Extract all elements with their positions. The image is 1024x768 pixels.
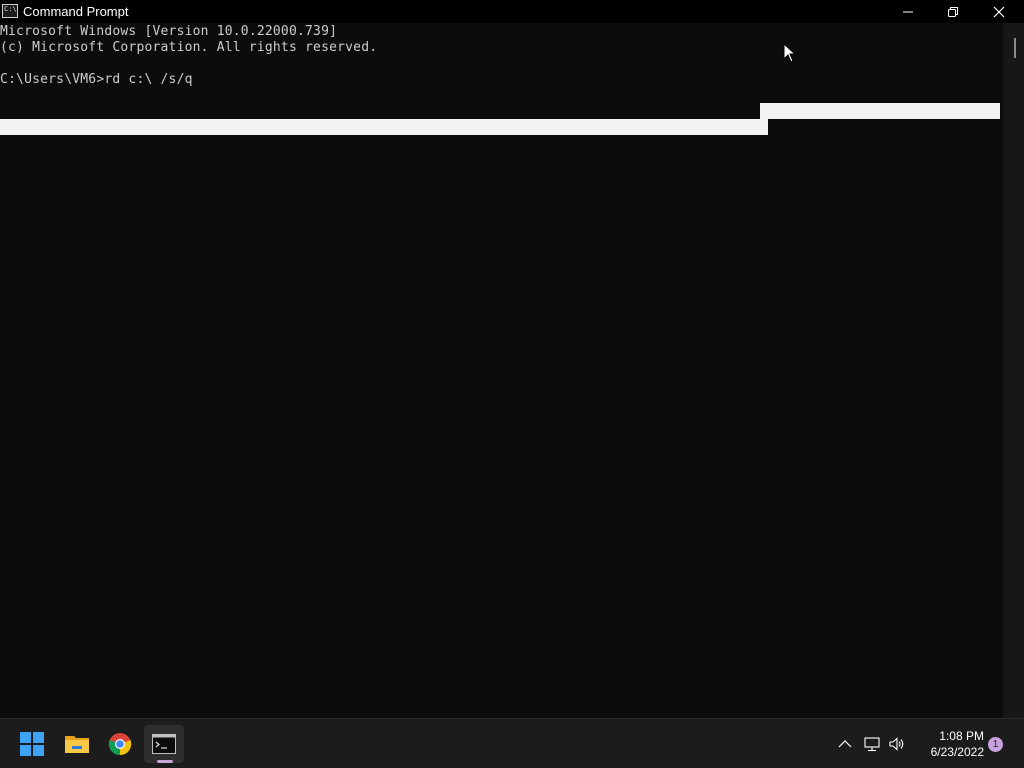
command-prompt-icon bbox=[152, 734, 176, 754]
clock-date: 6/23/2022 bbox=[930, 745, 984, 759]
close-button[interactable] bbox=[976, 0, 1022, 23]
rendering-artifact bbox=[0, 119, 768, 135]
notification-badge[interactable]: 1 bbox=[988, 737, 1003, 752]
chevron-up-icon bbox=[838, 740, 852, 748]
file-explorer-button[interactable] bbox=[57, 725, 97, 763]
taskbar: 1:08 PM 6/23/2022 1 bbox=[0, 718, 1024, 768]
rendering-artifact bbox=[760, 103, 1000, 119]
network-button[interactable] bbox=[862, 734, 882, 754]
console-command-line: C:\Users\VM6>rd c:\ /s/q bbox=[0, 72, 193, 87]
console-line: (c) Microsoft Corporation. All rights re… bbox=[0, 40, 378, 55]
window-title: Command Prompt bbox=[23, 4, 129, 19]
command-prompt-icon bbox=[2, 4, 18, 18]
volume-icon bbox=[889, 737, 904, 751]
minimize-button[interactable] bbox=[885, 0, 931, 23]
minimize-icon bbox=[903, 11, 913, 12]
active-app-indicator bbox=[157, 760, 173, 763]
volume-button[interactable] bbox=[887, 734, 907, 754]
start-button[interactable] bbox=[12, 725, 52, 763]
clock[interactable]: 1:08 PM 6/23/2022 bbox=[912, 728, 984, 760]
vertical-scrollbar[interactable] bbox=[1003, 23, 1024, 718]
title-bar[interactable]: Command Prompt bbox=[0, 0, 1024, 23]
restore-button[interactable] bbox=[930, 0, 976, 23]
scrollbar-thumb[interactable] bbox=[1014, 38, 1016, 58]
file-explorer-icon bbox=[65, 736, 89, 753]
close-icon bbox=[993, 6, 1005, 17]
chrome-icon bbox=[108, 733, 132, 756]
restore-icon bbox=[948, 6, 958, 17]
network-icon bbox=[864, 737, 880, 752]
start-icon bbox=[20, 732, 44, 756]
console-line: Microsoft Windows [Version 10.0.22000.73… bbox=[0, 24, 338, 39]
console-output[interactable]: Microsoft Windows [Version 10.0.22000.73… bbox=[0, 23, 1003, 718]
chrome-button[interactable] bbox=[100, 725, 140, 763]
show-hidden-icons-button[interactable] bbox=[835, 734, 855, 754]
clock-time: 1:08 PM bbox=[939, 729, 984, 743]
command-prompt-button[interactable] bbox=[144, 725, 184, 763]
mouse-cursor-icon bbox=[783, 43, 797, 63]
